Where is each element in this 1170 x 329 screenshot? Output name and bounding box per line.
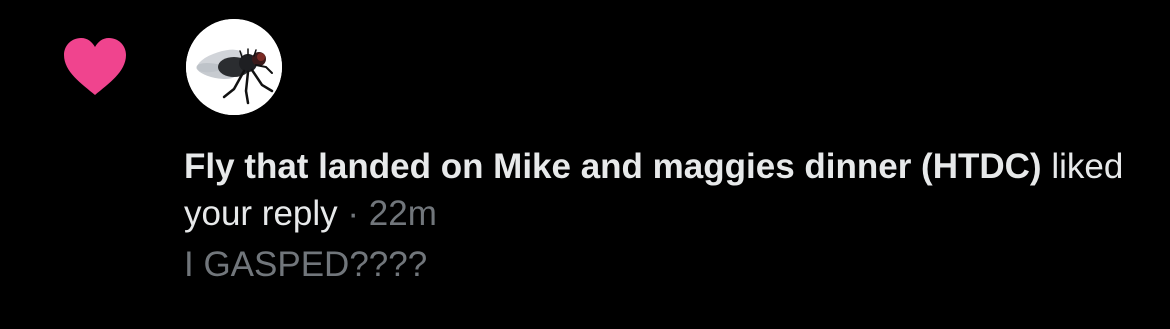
fly-avatar-icon (186, 19, 282, 115)
timestamp: 22m (368, 194, 437, 233)
like-notification[interactable]: Fly that landed on Mike and maggies dinn… (0, 0, 1170, 329)
heart-icon (64, 38, 126, 95)
notification-text: Fly that landed on Mike and maggies dinn… (184, 143, 1144, 288)
actor-name[interactable]: Fly that landed on Mike and maggies dinn… (184, 147, 1042, 186)
notification-headline: Fly that landed on Mike and maggies dinn… (184, 143, 1144, 237)
separator: · (347, 194, 360, 233)
reply-preview[interactable]: I GASPED???? (184, 241, 1144, 288)
avatar[interactable] (186, 19, 282, 115)
